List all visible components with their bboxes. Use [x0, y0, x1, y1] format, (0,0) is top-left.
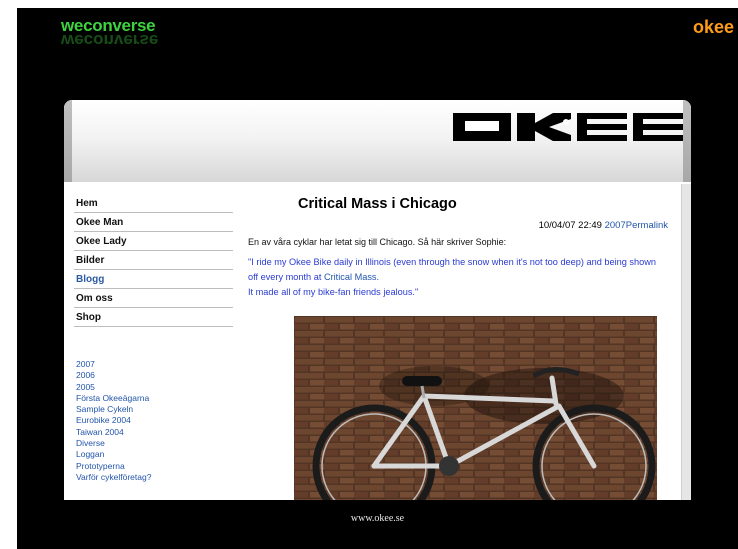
- nav-item-shop[interactable]: Shop: [74, 310, 233, 327]
- permalink-link[interactable]: Permalink: [626, 220, 668, 231]
- critical-mass-link[interactable]: Critical Mass: [324, 272, 377, 282]
- archive-link[interactable]: Taiwan 2004: [76, 427, 151, 438]
- post-date: 10/04/07 22:49: [538, 220, 602, 231]
- archive-link[interactable]: Första Okeeägarna: [76, 393, 151, 404]
- post-quote: "I ride my Okee Bike daily in Illinois (…: [248, 255, 668, 300]
- archive-link[interactable]: 2007: [76, 359, 151, 370]
- archive-link[interactable]: Diverse: [76, 438, 151, 449]
- nav-item-hem[interactable]: Hem: [74, 196, 233, 213]
- quote-period: .: [376, 272, 380, 282]
- archive-link[interactable]: 2006: [76, 370, 151, 381]
- archive-link[interactable]: Loggan: [76, 449, 151, 460]
- brand-text: weconverse: [61, 16, 156, 35]
- nav-item-okee-lady[interactable]: Okee Lady: [74, 234, 233, 251]
- archive-link[interactable]: Eurobike 2004: [76, 415, 151, 426]
- nav-item-om-oss[interactable]: Om oss: [74, 291, 233, 308]
- footer-url[interactable]: www.okee.se: [17, 513, 738, 524]
- corner-brand[interactable]: okee: [693, 17, 734, 38]
- quote-text-end: It made all of my bike-fan friends jealo…: [248, 287, 419, 297]
- post-year-link[interactable]: 2007: [605, 220, 626, 231]
- okee-logo[interactable]: [453, 113, 683, 141]
- nav-item-blogg[interactable]: Blogg: [74, 272, 233, 289]
- content-scrollbar[interactable]: [681, 184, 691, 500]
- archive-link[interactable]: Varför cykelföretag?: [76, 472, 151, 483]
- header-band-edge-left: [64, 100, 72, 182]
- archive-link[interactable]: Prototyperna: [76, 461, 151, 472]
- main-nav: Hem Okee Man Okee Lady Bilder Blogg Om o…: [74, 196, 233, 329]
- archive-link[interactable]: Sample Cykeln: [76, 404, 151, 415]
- brand-logo[interactable]: weconverse weconverse: [61, 16, 159, 48]
- nav-item-okee-man[interactable]: Okee Man: [74, 215, 233, 232]
- page-frame: weconverse weconverse okee Hem Okee Man …: [17, 8, 738, 549]
- brand-reflection: weconverse: [61, 35, 159, 47]
- nav-item-bilder[interactable]: Bilder: [74, 253, 233, 270]
- post-intro: En av våra cyklar har letat sig till Chi…: [248, 237, 507, 247]
- quote-text: "I ride my Okee Bike daily in Illinois (…: [248, 257, 656, 282]
- bike-photo: [294, 316, 657, 500]
- header-band-edge-right: [683, 100, 691, 182]
- site-panel: Hem Okee Man Okee Lady Bilder Blogg Om o…: [64, 100, 691, 500]
- post-title: Critical Mass i Chicago: [298, 196, 457, 212]
- archive-list: 2007 2006 2005 Första Okeeägarna Sample …: [76, 359, 151, 483]
- post-meta: 10/04/07 22:49 2007Permalink: [539, 220, 668, 231]
- archive-link[interactable]: 2005: [76, 382, 151, 393]
